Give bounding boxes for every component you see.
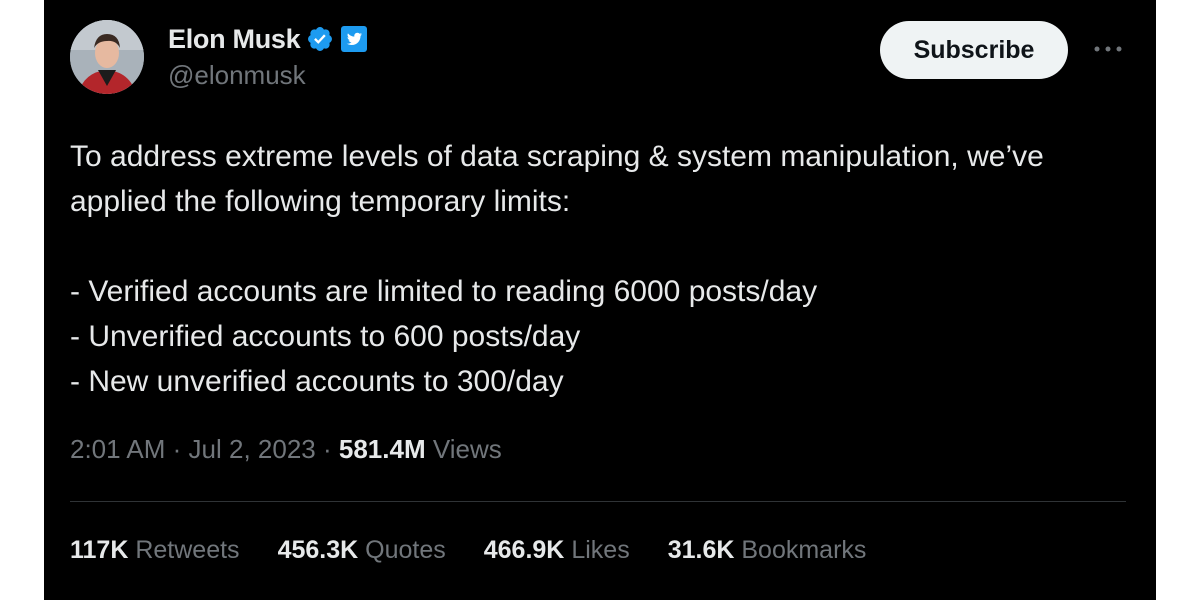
- meta-separator: ·: [172, 434, 189, 464]
- subscribe-button[interactable]: Subscribe: [880, 21, 1068, 79]
- tweet-meta: 2:01 AM · Jul 2, 2023 · 581.4M Views: [70, 434, 502, 465]
- views-count: 581.4M: [338, 434, 426, 464]
- stat-label: Retweets: [135, 536, 240, 564]
- meta-separator: ·: [322, 434, 339, 464]
- stat-bookmarks[interactable]: 31.6K Bookmarks: [668, 536, 867, 565]
- more-dots-icon[interactable]: [1090, 34, 1126, 64]
- tweet-time[interactable]: 2:01 AM: [70, 434, 165, 464]
- stat-label: Bookmarks: [741, 536, 867, 564]
- engagement-stats: 117K Retweets 456.3K Quotes 466.9K Likes…: [70, 536, 904, 565]
- author-display-name[interactable]: Elon Musk: [168, 24, 301, 55]
- stat-likes[interactable]: 466.9K Likes: [484, 536, 630, 565]
- avatar[interactable]: [70, 20, 144, 94]
- stat-label: Likes: [571, 536, 630, 564]
- twitter-bird-icon[interactable]: [340, 25, 368, 53]
- stat-label: Quotes: [365, 536, 446, 564]
- stat-count: 466.9K: [483, 536, 565, 564]
- stat-count: 117K: [70, 536, 129, 564]
- stat-count: 31.6K: [667, 536, 735, 564]
- stat-retweets[interactable]: 117K Retweets: [70, 536, 240, 565]
- author-handle[interactable]: @elonmusk: [168, 60, 306, 91]
- stat-quotes[interactable]: 456.3K Quotes: [278, 536, 446, 565]
- views-label: Views: [432, 434, 502, 464]
- stat-count: 456.3K: [277, 536, 359, 564]
- tweet-date[interactable]: Jul 2, 2023: [189, 434, 316, 464]
- tweet-text: To address extreme levels of data scrapi…: [70, 140, 1044, 398]
- divider: [70, 501, 1126, 502]
- author-name-row: Elon Musk: [168, 22, 368, 56]
- tweet-card: Elon Musk @elonmusk Subscribe To address…: [44, 0, 1156, 600]
- verified-check-icon[interactable]: [306, 25, 334, 53]
